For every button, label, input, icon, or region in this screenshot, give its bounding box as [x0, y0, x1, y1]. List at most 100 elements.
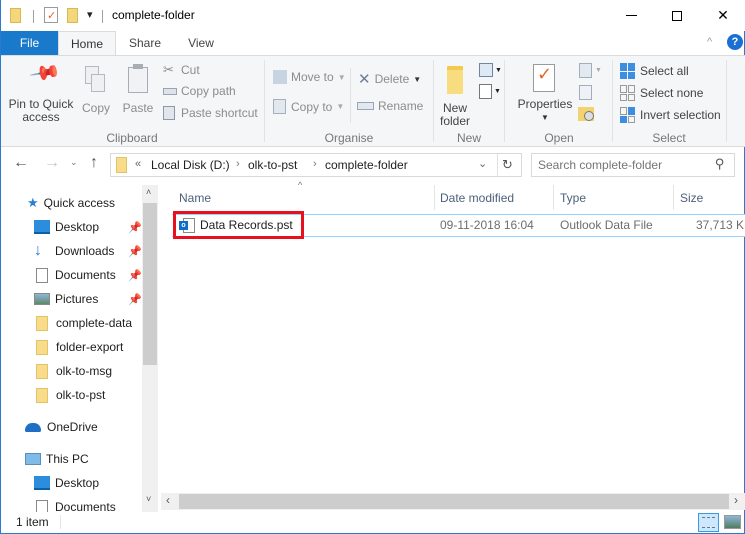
status-bar: 1 item [1, 512, 745, 534]
help-icon[interactable]: ? [727, 34, 743, 50]
properties-button[interactable]: ✓ Properties ▼ [515, 62, 575, 124]
easy-access-button[interactable]: ▼ [479, 84, 501, 99]
details-view-icon [702, 517, 715, 528]
pictures-icon [34, 293, 50, 305]
tab-share[interactable]: Share [117, 31, 173, 55]
address-bar[interactable]: « Local Disk (D:) › olk-to-pst › complet… [110, 153, 522, 177]
select-all-button[interactable]: Select all [620, 63, 689, 79]
delete-button[interactable]: ✕ Delete ▼ [358, 70, 421, 88]
copy-to-button[interactable]: Copy to ▼ [273, 99, 344, 114]
nav-label: Quick access [43, 196, 116, 210]
rename-icon [357, 102, 374, 110]
column-divider[interactable] [553, 185, 554, 210]
nav-pictures[interactable]: Pictures [34, 289, 98, 309]
scroll-up-icon[interactable]: ˄ [146, 187, 151, 197]
folder-icon [116, 157, 127, 173]
scroll-right-icon[interactable]: › [734, 493, 738, 507]
open-button[interactable]: ▼ [579, 63, 602, 78]
tab-view[interactable]: View [173, 31, 229, 55]
search-input[interactable] [538, 157, 708, 173]
tab-file[interactable]: File [1, 31, 58, 55]
up-button[interactable]: ↑ [90, 154, 98, 172]
scroll-down-icon[interactable]: ˅ [146, 494, 151, 504]
back-button[interactable]: ← [13, 154, 29, 172]
large-icons-view-button[interactable] [724, 515, 741, 529]
copy-button[interactable]: Copy [79, 64, 113, 115]
new-item-button[interactable]: ▼ [479, 63, 502, 77]
invert-selection-button[interactable]: Invert selection [620, 107, 721, 123]
cut-label: Cut [181, 63, 200, 77]
column-header-size[interactable]: Size [680, 185, 703, 210]
nav-folder-folder-export[interactable]: folder-export [34, 337, 123, 357]
nav-folder-olk-to-pst[interactable]: olk-to-pst [34, 385, 105, 405]
select-all-label: Select all [640, 64, 689, 78]
breadcrumb-complete-folder[interactable]: complete-folder [325, 158, 408, 172]
file-type: Outlook Data File [560, 218, 653, 232]
paste-shortcut-button[interactable]: Paste shortcut [163, 106, 258, 120]
breadcrumb-separator[interactable]: › [236, 158, 240, 170]
breadcrumb-olk-to-pst[interactable]: olk-to-pst [248, 158, 297, 172]
folder-icon [10, 8, 21, 23]
properties-label: Properties [517, 97, 573, 111]
column-divider[interactable] [673, 185, 674, 210]
refresh-icon[interactable]: ↻ [502, 157, 513, 173]
clipboard-group-label: Clipboard [106, 131, 158, 145]
nav-pane-scrollbar[interactable]: ˄ ˅ [142, 185, 158, 512]
nav-folder-complete-data[interactable]: complete-data [34, 313, 132, 333]
history-icon[interactable] [578, 107, 594, 121]
ribbon: 📌 Pin to Quick access Copy Paste ✂ Cut C… [1, 55, 745, 147]
minimize-button[interactable] [608, 0, 654, 31]
new-folder-button[interactable]: New folder [437, 64, 473, 128]
address-dropdown-icon[interactable]: ⌄ [478, 157, 487, 170]
new-folder-icon [437, 64, 473, 96]
select-none-icon [620, 85, 636, 101]
nav-this-pc-desktop[interactable]: Desktop [34, 473, 99, 493]
breadcrumb-local-disk[interactable]: Local Disk (D:) [151, 158, 230, 172]
nav-documents[interactable]: Documents [34, 265, 116, 285]
move-to-button[interactable]: Move to ▼ [273, 70, 346, 84]
group-divider [504, 60, 505, 142]
pin-to-quick-access-button[interactable]: 📌 Pin to Quick access [5, 57, 77, 124]
new-folder-icon[interactable] [67, 8, 78, 23]
cut-button[interactable]: ✂ Cut [163, 62, 200, 78]
select-none-button[interactable]: Select none [620, 85, 703, 101]
nav-desktop[interactable]: Desktop [34, 217, 99, 237]
delete-icon: ✕ [358, 71, 371, 88]
forward-button[interactable]: → [44, 154, 60, 172]
column-header-type[interactable]: Type [560, 185, 586, 210]
rename-button[interactable]: Rename [357, 99, 423, 113]
item-count: 1 item [16, 515, 49, 529]
overflow-chevron[interactable]: « [135, 158, 141, 170]
scrollbar-thumb[interactable] [179, 494, 729, 509]
file-date-modified: 09-11-2018 16:04 [440, 218, 534, 232]
nav-folder-olk-to-msg[interactable]: olk-to-msg [34, 361, 112, 381]
divider [102, 10, 103, 23]
nav-this-pc-documents[interactable]: Documents [34, 497, 116, 512]
nav-this-pc[interactable]: This PC [25, 449, 89, 469]
edit-icon[interactable] [579, 85, 592, 100]
scrollbar-thumb[interactable] [143, 203, 157, 365]
properties-icon[interactable]: ✓ [44, 7, 58, 23]
column-divider[interactable] [434, 185, 435, 210]
nav-downloads[interactable]: ↓ Downloads [34, 241, 114, 261]
scissors-icon: ✂ [163, 62, 174, 77]
nav-quick-access[interactable]: ★ Quick access [27, 193, 115, 213]
paste-button[interactable]: Paste [119, 64, 157, 115]
column-header-date-modified[interactable]: Date modified [440, 185, 514, 210]
file-list-horizontal-scrollbar[interactable]: ‹ › [161, 493, 745, 510]
copy-path-icon [163, 87, 177, 95]
maximize-button[interactable] [654, 0, 700, 31]
details-view-button[interactable] [698, 513, 719, 532]
search-box[interactable]: ⚲ [531, 153, 735, 177]
scroll-left-icon[interactable]: ‹ [166, 493, 170, 507]
close-button[interactable]: ✕ [700, 0, 745, 31]
breadcrumb-separator[interactable]: › [313, 158, 317, 170]
customize-dropdown-icon[interactable]: ▾ [87, 8, 93, 21]
collapse-ribbon-icon[interactable]: ^ [707, 36, 712, 48]
copy-path-button[interactable]: Copy path [163, 84, 236, 98]
recent-locations-button[interactable]: ⌄ [70, 157, 78, 168]
nav-onedrive[interactable]: OneDrive [25, 417, 98, 437]
column-header-name[interactable]: Name [179, 185, 211, 210]
tab-home[interactable]: Home [58, 31, 116, 56]
nav-label: olk-to-pst [56, 388, 106, 402]
